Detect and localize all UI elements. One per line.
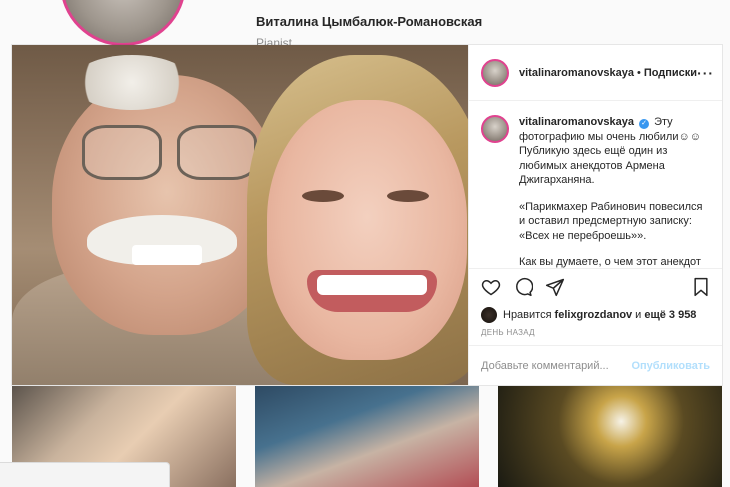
caption-text-2: «Парикмахер Рабинович повесился и остави… (519, 200, 703, 242)
likes-count[interactable]: ещё 3 958 (644, 309, 696, 321)
likes-line: Нравится felixgrozdanov и ещё 3 958 (469, 304, 722, 326)
author-avatar[interactable] (481, 58, 509, 87)
likes-prefix: Нравится (503, 309, 552, 321)
post-actions (469, 268, 722, 304)
post-sidebar: vitalinaromanovskaya • Подписки ··· vita… (468, 45, 722, 385)
heart-icon[interactable] (481, 277, 501, 297)
comment-input[interactable] (481, 359, 632, 372)
comment-icon[interactable] (513, 277, 533, 297)
likes-middle: и (635, 309, 642, 321)
share-icon[interactable] (545, 277, 565, 297)
comment-bar: Опубликовать (469, 345, 722, 385)
liker-username[interactable]: felixgrozdanov (555, 309, 633, 321)
post-photo[interactable] (12, 45, 468, 385)
following-button[interactable]: Подписки (644, 67, 697, 79)
post-timestamp[interactable]: ДЕНЬ НАЗАД (469, 326, 722, 345)
post-header: vitalinaromanovskaya • Подписки ··· (469, 45, 722, 101)
author-username[interactable]: vitalinaromanovskaya (519, 67, 634, 79)
publish-button[interactable]: Опубликовать (631, 360, 710, 372)
post-caption: vitalinaromanovskaya ✓ Эту фотографию мы… (469, 101, 722, 268)
post-modal: vitalinaromanovskaya • Подписки ··· vita… (12, 45, 722, 385)
liker-avatar[interactable] (481, 307, 497, 323)
bookmark-icon[interactable] (692, 277, 710, 297)
caption-username[interactable]: vitalinaromanovskaya (519, 116, 634, 128)
verified-badge-icon: ✓ (639, 119, 650, 129)
caption-avatar[interactable] (481, 115, 509, 143)
header-separator: • (636, 66, 641, 79)
caption-text-3: Как вы думаете, о чем этот анекдот ? (519, 256, 701, 268)
more-options-icon[interactable]: ··· (697, 65, 714, 81)
